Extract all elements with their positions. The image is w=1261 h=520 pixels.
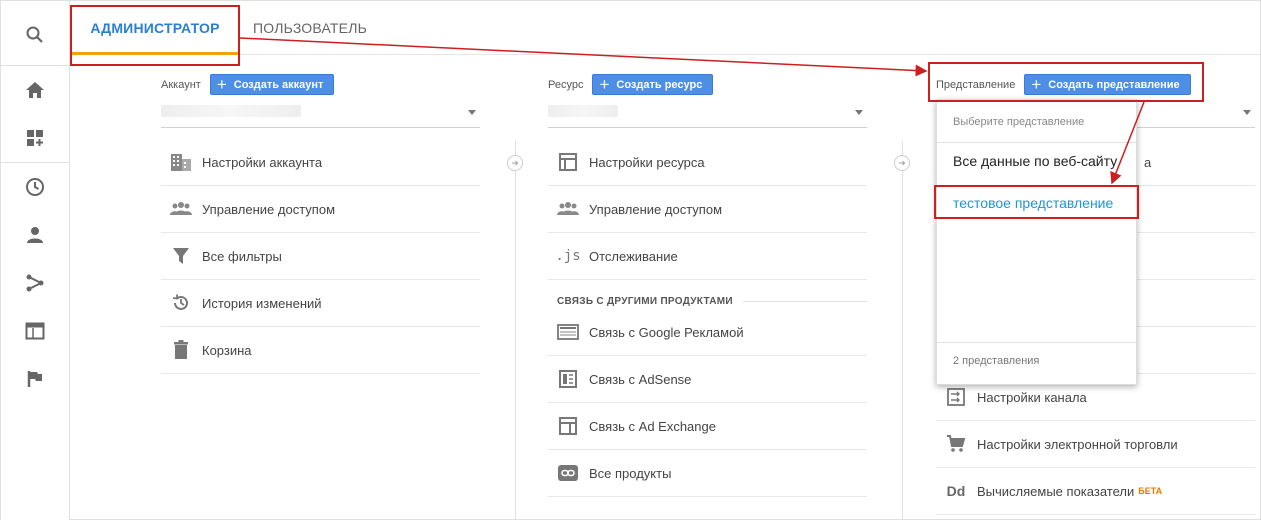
annotation-arrows [239,37,1145,185]
admin-page: АДМИНИСТРАТОР ПОЛЬЗОВАТЕЛЬ Аккаунт + Созд… [0,0,1261,520]
annotation-arrow [1110,101,1145,185]
annotation-arrow [239,37,928,77]
